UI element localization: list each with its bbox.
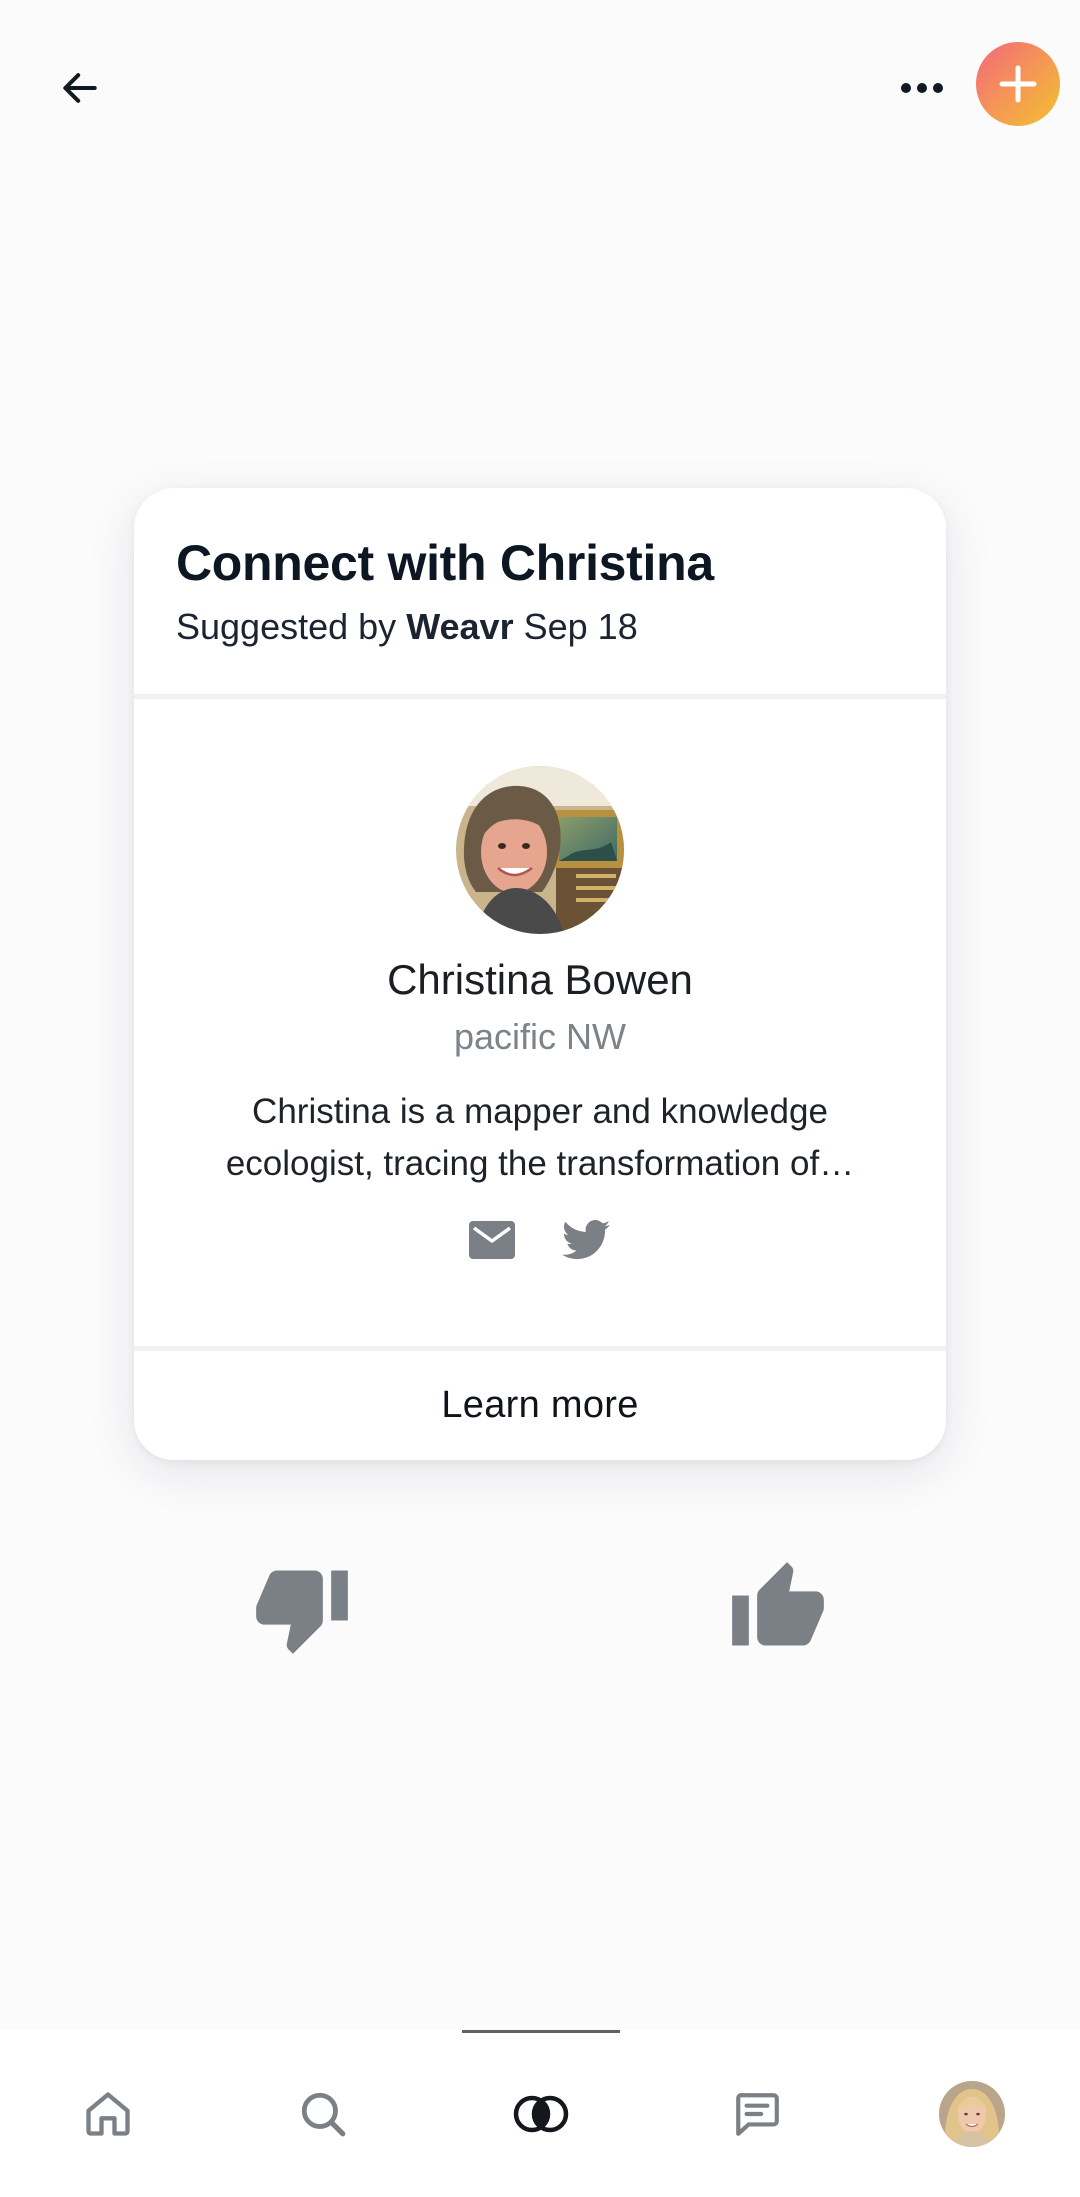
mail-icon bbox=[469, 1221, 515, 1259]
twitter-button[interactable] bbox=[560, 1214, 612, 1266]
profile-avatar bbox=[939, 2081, 1005, 2147]
nav-connect[interactable] bbox=[501, 2074, 581, 2154]
person-name: Christina Bowen bbox=[387, 956, 693, 1003]
plus-icon bbox=[999, 65, 1037, 103]
more-horizontal-icon bbox=[901, 83, 943, 93]
nav-search[interactable] bbox=[283, 2074, 363, 2154]
home-icon bbox=[86, 2092, 130, 2136]
nav-profile[interactable] bbox=[932, 2074, 1012, 2154]
connect-icon bbox=[513, 2095, 569, 2133]
suggestion-card: Connect with Christina Suggested by Weav… bbox=[134, 488, 946, 1460]
more-options-button[interactable] bbox=[890, 56, 954, 120]
person-location: pacific NW bbox=[453, 1016, 627, 1057]
person-avatar[interactable] bbox=[456, 766, 624, 934]
suggested-prefix: Suggested by bbox=[176, 606, 397, 647]
nav-messages[interactable] bbox=[717, 2074, 797, 2154]
suggested-by-name: Weavr bbox=[406, 606, 514, 647]
suggestion-date: Sep 18 bbox=[523, 606, 638, 647]
messages-icon bbox=[736, 2093, 779, 2136]
nav-home[interactable] bbox=[68, 2074, 148, 2154]
thumbs-down-button[interactable] bbox=[242, 1548, 362, 1668]
active-tab-indicator bbox=[462, 2030, 620, 2033]
back-button[interactable] bbox=[48, 56, 112, 120]
card-title: Connect with Christina bbox=[176, 535, 714, 591]
arrow-left-icon bbox=[63, 73, 97, 103]
add-button[interactable] bbox=[976, 42, 1060, 126]
search-icon bbox=[301, 2092, 346, 2137]
thumbs-up-icon bbox=[732, 1562, 824, 1646]
card-divider bbox=[134, 694, 946, 699]
twitter-icon bbox=[562, 1220, 610, 1259]
learn-more-button[interactable]: Learn more bbox=[134, 1351, 946, 1460]
bottom-navigation bbox=[0, 2030, 1080, 2197]
thumbs-down-icon bbox=[256, 1570, 348, 1654]
thumbs-up-button[interactable] bbox=[718, 1548, 838, 1668]
email-button[interactable] bbox=[466, 1214, 518, 1266]
suggested-by-line: Suggested by Weavr Sep 18 bbox=[176, 606, 638, 648]
person-bio: Christina is a mapper and knowledge ecol… bbox=[225, 1092, 855, 1183]
